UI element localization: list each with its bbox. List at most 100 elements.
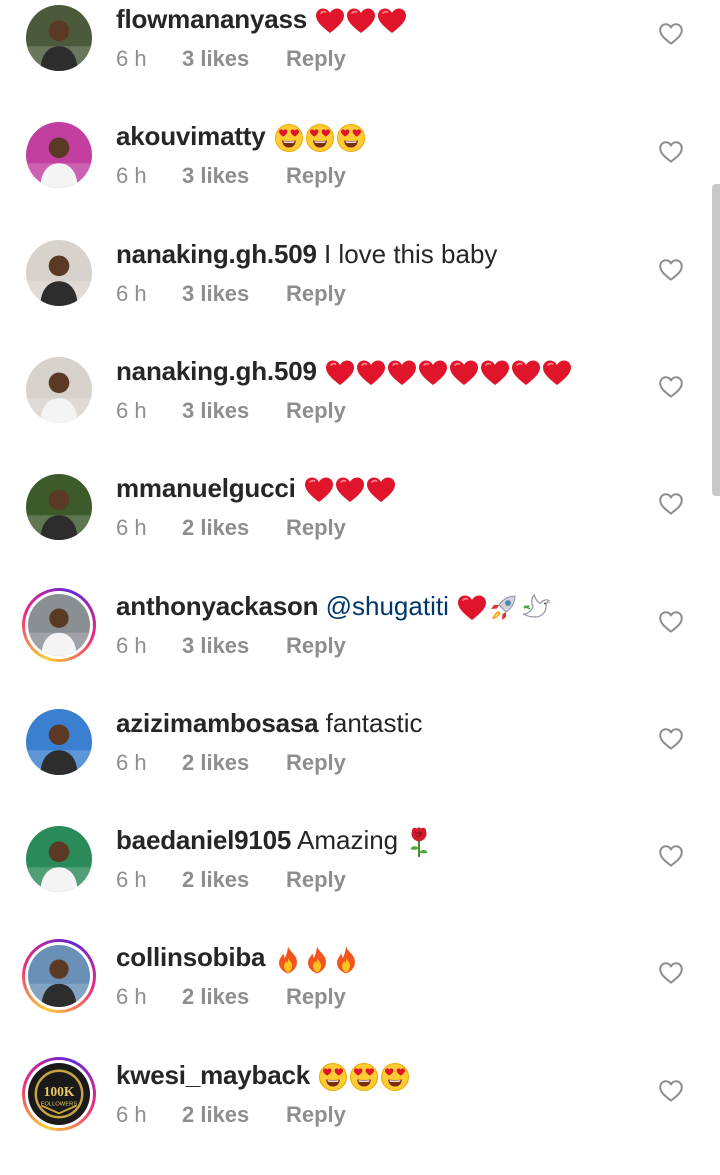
avatar[interactable] [26, 239, 92, 306]
comment-likes-count[interactable]: 3 likes [182, 44, 286, 74]
comment-likes-count[interactable]: 3 likes [182, 631, 286, 661]
comment-body: mmanuelgucci [116, 471, 640, 505]
avatar[interactable] [26, 474, 92, 541]
comment-timestamp: 6 h [116, 632, 147, 658]
like-heart-icon[interactable] [658, 610, 684, 634]
comment-row: mmanuelgucci 6 h 2 likes Reply [0, 471, 720, 588]
avatar-image [26, 474, 92, 541]
comment-timestamp: 6 h [116, 1101, 147, 1127]
comment-likes-count[interactable]: 3 likes [182, 279, 286, 309]
like-heart-icon[interactable] [658, 140, 684, 164]
reply-button[interactable]: Reply [286, 982, 346, 1012]
like-heart-icon[interactable] [658, 844, 684, 868]
comment-text: I love this baby [323, 238, 498, 269]
reply-button[interactable]: Reply [286, 161, 346, 191]
avatar-image [26, 239, 92, 306]
comment-body: collinsobiba [116, 940, 640, 974]
comment-meta: 6 h 3 likes Reply [116, 279, 346, 309]
scrollbar[interactable] [712, 184, 720, 496]
comment-timestamp: 6 h [116, 280, 147, 306]
avatar-image [28, 593, 90, 656]
comment-username[interactable]: kwesi_mayback [116, 1060, 310, 1090]
like-heart-icon[interactable] [658, 258, 684, 282]
comment-meta: 6 h 3 likes Reply [116, 44, 346, 74]
avatar[interactable] [26, 356, 92, 423]
comment-meta: 6 h 2 likes Reply [116, 865, 346, 895]
reply-button[interactable]: Reply [286, 631, 346, 661]
comment-body: nanaking.gh.509 [116, 354, 640, 388]
avatar-story-ring[interactable]: 100K FOLLOWERS [22, 1056, 96, 1131]
avatar-ring-gap: 100K FOLLOWERS [25, 1059, 93, 1128]
reply-button[interactable]: Reply [286, 865, 346, 895]
avatar-story-ring[interactable] [22, 587, 96, 662]
comment-body: flowmananyass [116, 2, 640, 36]
comment-row: nanaking.gh.509 6 h 3 likes Reply [0, 354, 720, 471]
reply-button[interactable]: Reply [286, 1100, 346, 1130]
comment-likes-count[interactable]: 3 likes [182, 161, 286, 191]
red-heart-emoji [325, 359, 355, 387]
comment-body: anthonyackason @shugatiti [116, 589, 640, 623]
comment-body: kwesi_mayback [116, 1058, 640, 1092]
red-heart-emoji [542, 359, 572, 387]
comment-meta: 6 h 3 likes Reply [116, 161, 346, 191]
comment-username[interactable]: collinsobiba [116, 942, 265, 972]
comment-row: 100K FOLLOWERS kwesi_mayback 6 h 2 likes Rep… [0, 1056, 720, 1175]
comment-likes-count[interactable]: 2 likes [182, 982, 286, 1012]
comment-meta: 6 h 3 likes Reply [116, 396, 346, 426]
like-heart-icon[interactable] [658, 961, 684, 985]
comment-username[interactable]: azizimambosasa [116, 708, 319, 738]
reply-button[interactable]: Reply [286, 513, 346, 543]
comment-username[interactable]: nanaking.gh.509 [116, 356, 317, 386]
comment-body: nanaking.gh.509 I love this baby [116, 237, 640, 271]
like-heart-icon[interactable] [658, 492, 684, 516]
comment-likes-count[interactable]: 2 likes [182, 865, 286, 895]
comment-username[interactable]: akouvimatty [116, 121, 266, 151]
avatar[interactable] [26, 708, 92, 775]
reply-button[interactable]: Reply [286, 279, 346, 309]
comment-likes-count[interactable]: 2 likes [182, 513, 286, 543]
reply-button[interactable]: Reply [286, 44, 346, 74]
heart-eyes-emoji [349, 1062, 379, 1092]
red-heart-emoji [335, 476, 365, 504]
comment-username[interactable]: nanaking.gh.509 [116, 239, 317, 269]
like-heart-icon[interactable] [658, 375, 684, 399]
comment-username[interactable]: anthonyackason [116, 591, 319, 621]
rocket-emoji [488, 593, 518, 623]
avatar[interactable] [26, 5, 92, 71]
avatar-ring-gap [25, 590, 93, 659]
comment-body: azizimambosasa fantastic [116, 706, 640, 740]
reply-button[interactable]: Reply [286, 748, 346, 778]
comment-likes-count[interactable]: 3 likes [182, 396, 286, 426]
red-heart-emoji [315, 7, 345, 35]
red-heart-emoji [387, 359, 417, 387]
red-heart-emoji [511, 359, 541, 387]
like-heart-icon[interactable] [658, 22, 684, 46]
like-heart-icon[interactable] [658, 727, 684, 751]
comment-text: Amazing [296, 825, 399, 856]
comment-meta: 6 h 2 likes Reply [116, 982, 346, 1012]
comment-row: flowmananyass 6 h 3 likes Reply [0, 2, 720, 119]
avatar-story-ring[interactable] [22, 939, 96, 1014]
comment-likes-count[interactable]: 2 likes [182, 748, 286, 778]
comment-timestamp: 6 h [116, 515, 147, 541]
fire-emoji [332, 945, 360, 975]
comment-username[interactable]: baedaniel9105 [116, 825, 291, 855]
fire-emoji [274, 945, 302, 975]
comment-row: azizimambosasa fantastic 6 h 2 likes Reply [0, 706, 720, 823]
comment-row: baedaniel9105 Amazing 6 h 2 likes Reply [0, 823, 720, 940]
reply-button[interactable]: Reply [286, 396, 346, 426]
avatar[interactable] [26, 122, 92, 189]
comment-meta: 6 h 3 likes Reply [116, 631, 346, 661]
comment-timestamp: 6 h [116, 46, 147, 71]
comment-username[interactable]: mmanuelgucci [116, 473, 296, 503]
avatar[interactable] [26, 826, 92, 893]
comment-username[interactable]: flowmananyass [116, 4, 307, 34]
comment-timestamp: 6 h [116, 163, 147, 189]
avatar-image [26, 356, 92, 423]
red-heart-emoji [480, 359, 510, 387]
red-heart-emoji [346, 7, 376, 35]
like-heart-icon[interactable] [658, 1079, 684, 1103]
comment-mention-link[interactable]: @shugatiti [326, 591, 449, 621]
comment-likes-count[interactable]: 2 likes [182, 1100, 286, 1130]
red-heart-emoji [449, 359, 479, 387]
